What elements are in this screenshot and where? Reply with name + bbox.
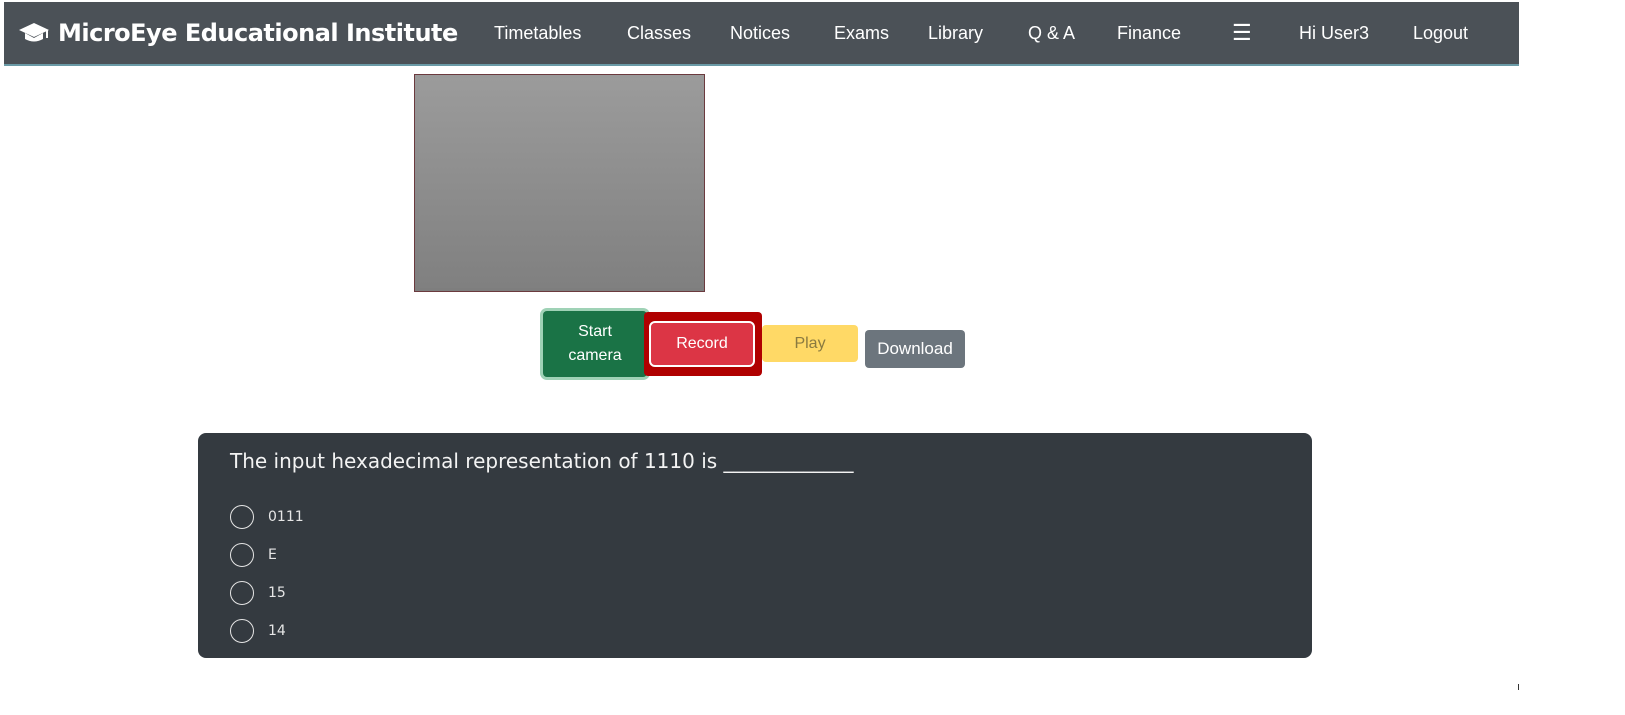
option-label: 15 xyxy=(268,585,286,601)
start-camera-button[interactable]: Start camera xyxy=(543,311,647,377)
record-button[interactable]: Record xyxy=(649,321,755,367)
radio-button[interactable] xyxy=(230,581,254,605)
graduation-cap-icon xyxy=(18,20,50,46)
nav-item-exams[interactable]: Exams xyxy=(834,2,889,64)
option-item[interactable]: 14 xyxy=(230,617,286,645)
logout-link[interactable]: Logout xyxy=(1413,2,1468,64)
option-item[interactable]: 0111 xyxy=(230,503,304,531)
option-label: 0111 xyxy=(268,509,304,525)
question-text: The input hexadecimal representation of … xyxy=(230,449,854,473)
page-edge-mark xyxy=(1518,684,1519,690)
video-frame xyxy=(419,78,700,288)
radio-button[interactable] xyxy=(230,505,254,529)
brand-link[interactable]: MicroEye Educational Institute xyxy=(18,2,458,64)
nav-item-notices[interactable]: Notices xyxy=(730,2,790,64)
start-camera-label: Start camera xyxy=(568,323,622,364)
radio-button[interactable] xyxy=(230,543,254,567)
play-button[interactable]: Play xyxy=(762,325,858,362)
brand-title: MicroEye Educational Institute xyxy=(58,19,458,47)
option-label: 14 xyxy=(268,623,286,639)
option-label: E xyxy=(268,547,277,563)
hamburger-menu-icon[interactable]: ☰ xyxy=(1232,2,1252,64)
nav-item-library[interactable]: Library xyxy=(928,2,983,64)
nav-item-finance[interactable]: Finance xyxy=(1117,2,1181,64)
option-item[interactable]: E xyxy=(230,541,277,569)
question-card: The input hexadecimal representation of … xyxy=(198,433,1312,658)
nav-item-qa[interactable]: Q & A xyxy=(1028,2,1075,64)
camera-preview xyxy=(414,74,705,292)
top-navbar: MicroEye Educational Institute Timetable… xyxy=(4,2,1519,66)
nav-item-timetables[interactable]: Timetables xyxy=(494,2,581,64)
radio-button[interactable] xyxy=(230,619,254,643)
download-button[interactable]: Download xyxy=(865,330,965,368)
user-greeting[interactable]: Hi User3 xyxy=(1299,2,1369,64)
nav-item-classes[interactable]: Classes xyxy=(627,2,691,64)
option-item[interactable]: 15 xyxy=(230,579,286,607)
